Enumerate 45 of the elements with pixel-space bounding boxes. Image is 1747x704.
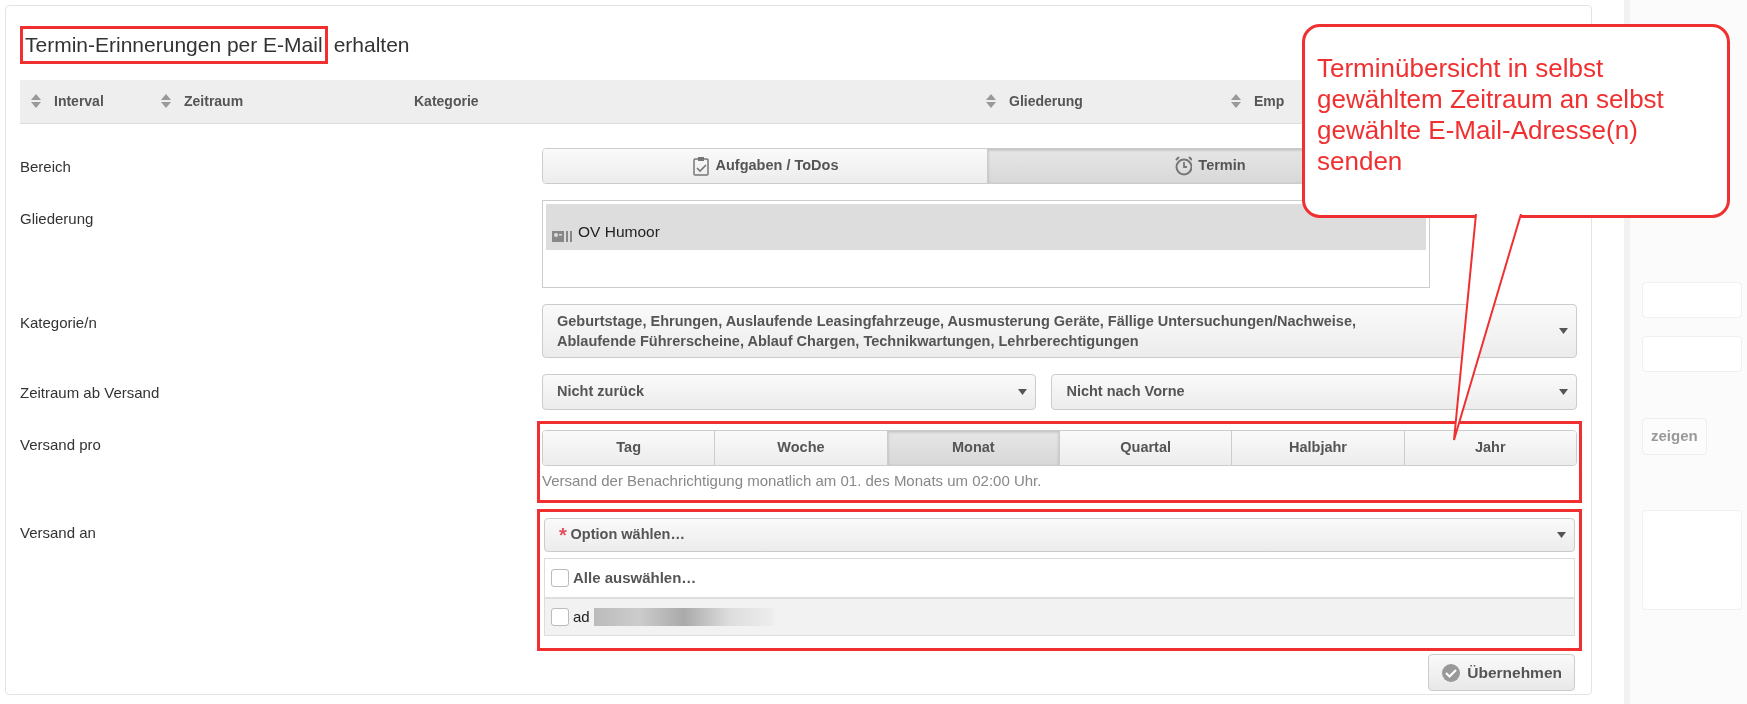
option-label: Alle auswählen…	[573, 567, 697, 588]
dropdown-option[interactable]: ad	[545, 597, 1574, 635]
segment-tab[interactable]: Quartal	[1060, 430, 1233, 465]
period-select[interactable]: Nicht nach Vorne	[1051, 373, 1577, 410]
segment-tab[interactable]: Tag	[543, 430, 716, 465]
option-label: ad	[573, 606, 590, 627]
placeholder-text: Option wählen…	[570, 525, 685, 545]
segment-tab[interactable]: Woche	[715, 430, 888, 465]
card-title: Termin-Erinnerungen per E-Mail	[20, 26, 328, 64]
field-label: Kategorie/n	[20, 313, 97, 331]
hint-text: Versand der Benachrichtigung monatlich am 01. des Monats um 02:00 Uhr.	[542, 470, 1043, 491]
caret-icon	[1559, 327, 1568, 334]
check-circle-icon	[1441, 662, 1462, 683]
period-select[interactable]: Nicht zurück	[542, 373, 1037, 410]
caret-icon	[1018, 388, 1028, 395]
caret-icon	[1557, 532, 1566, 538]
column-header[interactable]: Emp	[1254, 90, 1285, 112]
segment-tab[interactable]: Monat	[887, 430, 1060, 465]
field-label: Versand pro	[20, 435, 101, 453]
field-label: Versand an	[20, 524, 96, 541]
alarm-clock-icon	[1174, 155, 1193, 176]
checkbox[interactable]	[551, 569, 569, 587]
column-header[interactable]: Kategorie	[414, 90, 479, 112]
id-card-icon	[552, 229, 572, 244]
recipient-select[interactable]: * Option wählen…	[544, 518, 1575, 552]
segment-tab[interactable]: Jahr	[1404, 430, 1576, 465]
clipboard-icon	[691, 155, 710, 176]
caret-icon	[1559, 388, 1568, 395]
card-title: erhalten	[333, 32, 410, 58]
callout-tooltip: Terminübersicht in selbst gewähltem Zeitraum an selbst gewählte E-Mail-Adresse(n) senden	[1302, 24, 1730, 218]
field-label: Zeitraum ab Versand	[20, 383, 160, 401]
column-header[interactable]: Zeitraum	[184, 90, 244, 112]
column-header[interactable]: Interval	[54, 90, 104, 112]
checkbox[interactable]	[551, 608, 569, 626]
apply-button[interactable]: Übernehmen	[1428, 654, 1575, 692]
dropdown-option[interactable]: Alle auswählen…	[545, 559, 1574, 597]
field-label: Bereich	[20, 157, 71, 175]
tag-label: OV Humoor	[578, 222, 660, 243]
tag-input-field[interactable]: OV Humoor	[542, 199, 1430, 288]
segment-tab[interactable]: Aufgaben / ToDos	[543, 148, 988, 183]
category-select[interactable]: Geburtstage, Ehrungen, Auslaufende Leasingfahrzeuge, Ausmusterung Geräte, Fällige Untersuchungen/Nachweise, Ablaufende Führerscheine, Ablauf Chargen, Technikwartungen, Lehrberechtigungen	[542, 303, 1577, 358]
segment-tab[interactable]: Halbjahr	[1232, 430, 1405, 465]
required-mark: *	[559, 523, 567, 548]
field-label: Gliederung	[20, 209, 94, 227]
column-header[interactable]: Gliederung	[1009, 90, 1083, 112]
